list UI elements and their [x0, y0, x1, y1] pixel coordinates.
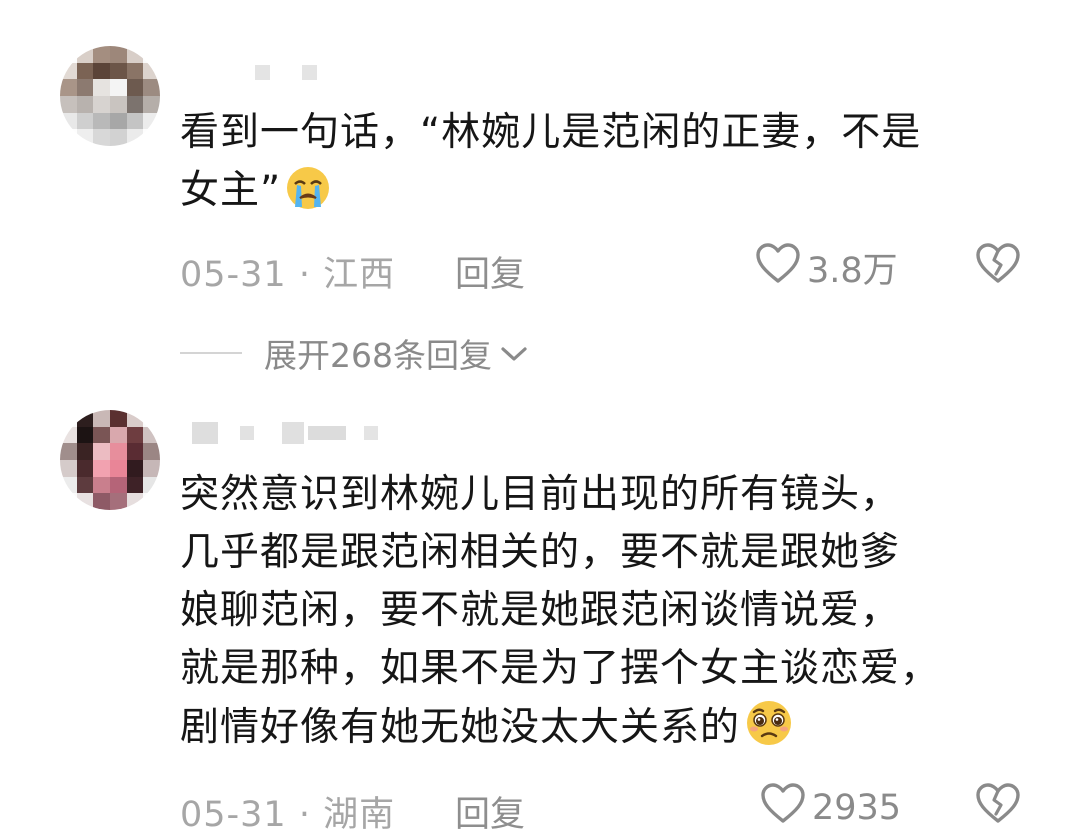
dislike-button[interactable]: [975, 242, 1021, 293]
like-button[interactable]: 3.8万: [755, 242, 898, 293]
comment-location: 湖南: [323, 795, 396, 835]
avatar[interactable]: [60, 46, 160, 146]
avatar[interactable]: [60, 410, 160, 510]
meta-separator: ·: [298, 795, 311, 835]
like-count: 3.8万: [807, 251, 898, 291]
pleading-face-icon: [744, 698, 794, 765]
dislike-button[interactable]: [975, 782, 1021, 833]
comment-line: 娘聊范闲，要不就是她跟范闲谈情说爱，: [180, 588, 901, 633]
heart-outline-icon: [755, 242, 801, 293]
comment-line: 就是那种，如果不是为了摆个女主谈恋爱，: [180, 646, 941, 691]
comment-line: 突然意识到林婉儿目前出现的所有镜头，: [180, 472, 901, 517]
comment-meta: 05-31 · 湖南 回复 2935: [180, 782, 1040, 835]
meta-separator: ·: [298, 255, 311, 295]
like-count: 2935: [812, 787, 902, 828]
username-redacted[interactable]: [192, 422, 378, 444]
comment-date: 05-31: [180, 255, 287, 295]
comment-date: 05-31: [180, 795, 287, 835]
comment-line: 几乎都是跟范闲相关的，要不就是跟她爹: [180, 530, 901, 575]
expand-replies-button[interactable]: 展开268条回复: [180, 330, 528, 375]
divider-dash: [180, 351, 242, 354]
comment-2: 突然意识到林婉儿目前出现的所有镜头， 几乎都是跟范闲相关的，要不就是跟她爹 娘聊…: [0, 400, 1080, 835]
comment-text: 看到一句话，“林婉儿是范闲的正妻，不是 女主”: [180, 104, 1040, 228]
comment-line: 剧情好像有她无她没太大关系的: [180, 705, 741, 750]
comment-line-last: 剧情好像有她无她没太大关系的: [180, 698, 1040, 765]
chevron-down-icon: [500, 333, 528, 372]
date-location: 05-31 · 江西: [180, 246, 395, 297]
expand-replies-label: 展开268条回复: [264, 335, 492, 375]
loudly-crying-face-icon: [285, 165, 331, 228]
like-button[interactable]: 2935: [760, 782, 901, 833]
date-location: 05-31 · 湖南: [180, 786, 395, 837]
broken-heart-icon: [975, 243, 1021, 293]
comment-line-last: 女主”: [180, 162, 1040, 228]
username-redacted[interactable]: [255, 62, 317, 82]
reply-button[interactable]: 回复: [455, 246, 525, 297]
comment-line: 女主”: [180, 168, 282, 213]
comment-text: 突然意识到林婉儿目前出现的所有镜头， 几乎都是跟范闲相关的，要不就是跟她爹 娘聊…: [180, 466, 1040, 765]
comment-1: 看到一句话，“林婉儿是范闲的正妻，不是 女主” 05-31 · 江西 回复 3.…: [0, 0, 1080, 320]
comment-line: 看到一句话，“林婉儿是范闲的正妻，不是: [180, 110, 922, 155]
broken-heart-icon: [975, 783, 1021, 833]
comment-meta: 05-31 · 江西 回复 3.8万: [180, 242, 1040, 295]
comment-location: 江西: [323, 255, 396, 295]
heart-outline-icon: [760, 782, 806, 833]
reply-button[interactable]: 回复: [455, 786, 525, 837]
